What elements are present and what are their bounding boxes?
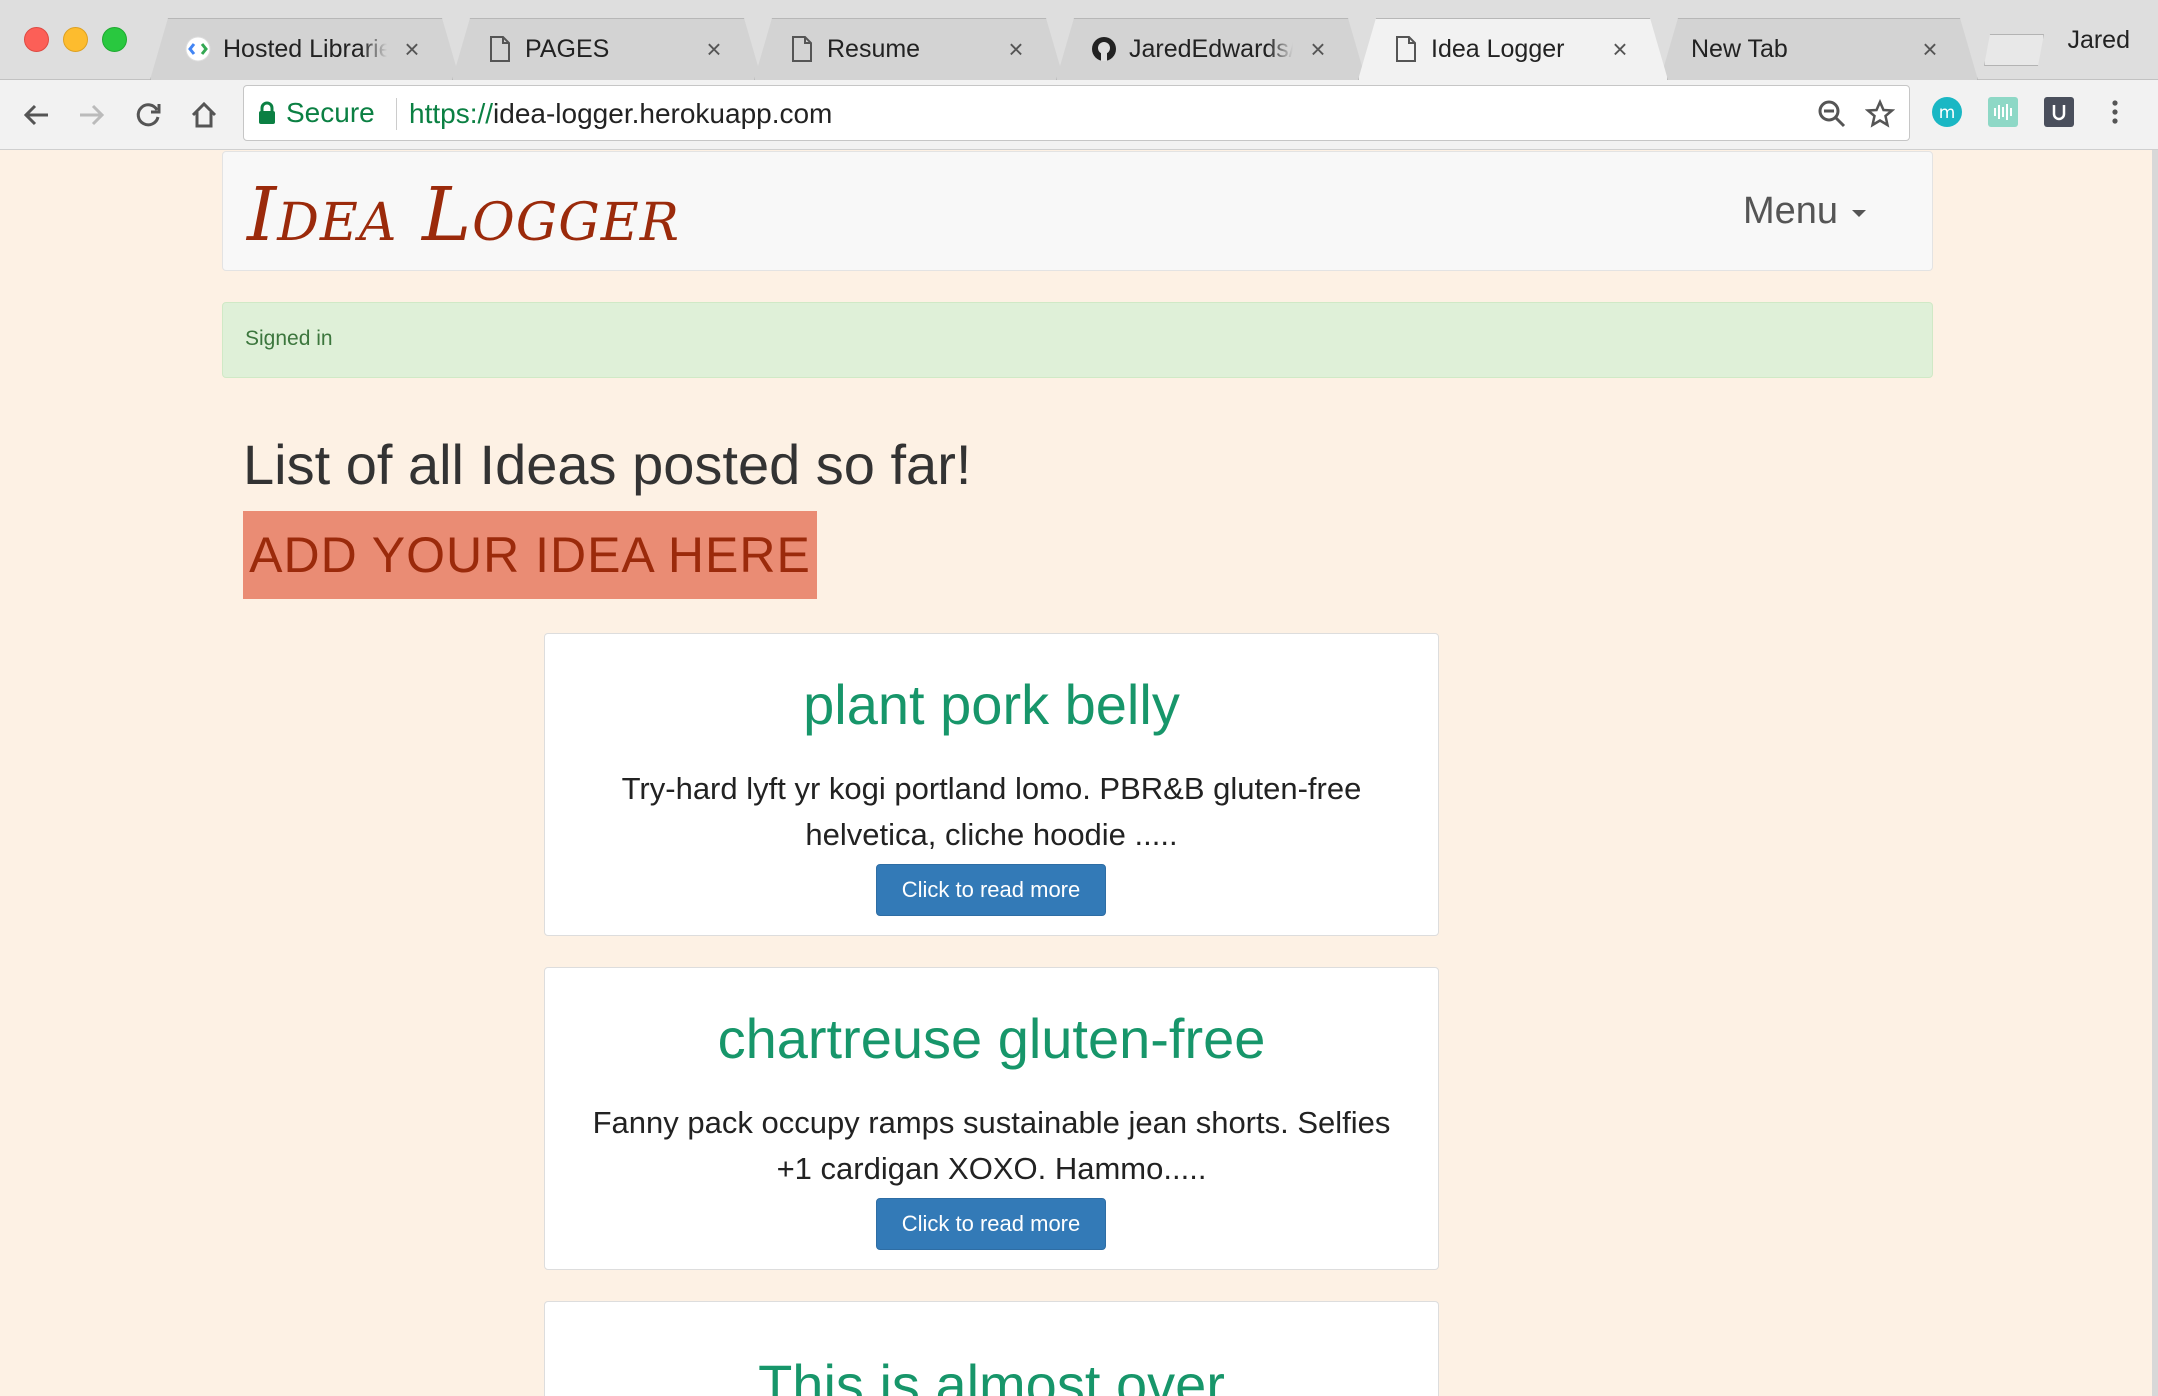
url-host: idea-logger.herokuapp.com	[493, 98, 833, 129]
profile-name[interactable]: Jared	[2067, 26, 2130, 55]
tab-github[interactable]: JaredEdwards/pr ×	[1056, 18, 1366, 80]
tab-close-icon[interactable]: ×	[701, 36, 727, 62]
zoom-window-button[interactable]	[102, 27, 127, 52]
idea-title: plant pork belly	[803, 673, 1180, 736]
read-more-button[interactable]: Click to read more	[876, 864, 1106, 916]
flash-alert: Signed in	[222, 302, 1933, 378]
secure-indicator[interactable]: Secure	[258, 97, 375, 129]
back-arrow-icon	[23, 104, 48, 126]
page-icon	[487, 36, 513, 62]
tab-title: Hosted Libraries	[223, 34, 387, 63]
page-icon	[789, 36, 815, 62]
tab-close-icon[interactable]: ×	[1305, 36, 1331, 62]
idea-card: plant pork belly Try-hard lyft yr kogi p…	[544, 633, 1439, 936]
idea-card: chartreuse gluten-free Fanny pack occupy…	[544, 967, 1439, 1270]
new-tab-button[interactable]	[1984, 34, 2044, 66]
read-more-button[interactable]: Click to read more	[876, 1198, 1106, 1250]
forward-arrow-icon	[80, 104, 105, 126]
idea-card: This is almost over	[544, 1301, 1439, 1396]
audio-extension-icon[interactable]	[1986, 95, 2020, 129]
caret-down-icon	[1852, 210, 1866, 217]
github-icon	[1091, 36, 1117, 62]
close-window-button[interactable]	[24, 27, 49, 52]
tab-title: New Tab	[1691, 34, 1788, 63]
idea-excerpt: Try-hard lyft yr kogi portland lomo. PBR…	[621, 771, 1362, 852]
reload-icon	[136, 103, 161, 127]
menu-dropdown[interactable]: Menu	[1743, 190, 1866, 233]
url-text[interactable]: https://idea-logger.herokuapp.com	[409, 98, 832, 130]
momentum-extension-icon[interactable]: m	[1930, 95, 1964, 129]
tab-title: JaredEdwards/pr	[1129, 34, 1293, 63]
page-scrollbar[interactable]	[2152, 150, 2158, 1396]
forward-button[interactable]	[70, 93, 114, 137]
tab-pages[interactable]: PAGES ×	[452, 18, 762, 80]
tab-title: Idea Logger	[1431, 34, 1565, 63]
tab-hosted-libraries[interactable]: Hosted Libraries ×	[150, 18, 460, 80]
tab-close-icon[interactable]: ×	[1917, 36, 1943, 62]
bookmark-star-icon[interactable]	[1862, 96, 1898, 132]
home-icon	[191, 101, 217, 128]
reload-button[interactable]	[126, 93, 170, 137]
idea-title: chartreuse gluten-free	[717, 1007, 1266, 1070]
google-developers-icon	[185, 36, 211, 62]
back-button[interactable]	[14, 93, 58, 137]
tab-title: Resume	[827, 34, 921, 63]
tab-resume[interactable]: Resume ×	[754, 18, 1064, 80]
browser-toolbar: Secure https://idea-logger.herokuapp.com…	[0, 80, 2158, 150]
add-idea-button[interactable]: ADD YOUR IDEA HERE	[243, 511, 817, 599]
u-extension-icon[interactable]	[2042, 95, 2076, 129]
tab-title: PAGES	[525, 34, 610, 63]
minimize-window-button[interactable]	[63, 27, 88, 52]
page-title: List of all Ideas posted so far!	[243, 433, 972, 496]
lock-icon	[259, 101, 275, 124]
svg-text:m: m	[1939, 103, 1956, 123]
tab-close-icon[interactable]: ×	[399, 36, 425, 62]
zoom-icon[interactable]	[1814, 96, 1850, 132]
url-scheme: https://	[409, 98, 494, 129]
alert-text: Signed in	[245, 327, 333, 350]
browser-tab-strip: Hosted Libraries × PAGES × Resume × Jare…	[0, 0, 2158, 80]
omnibox-divider	[396, 98, 397, 130]
address-bar[interactable]: Secure https://idea-logger.herokuapp.com	[243, 85, 1910, 141]
tab-close-icon[interactable]: ×	[1003, 36, 1029, 62]
site-brand[interactable]: Idea Logger	[247, 172, 680, 258]
page-icon	[1393, 36, 1419, 62]
site-navbar: Idea Logger Menu	[222, 151, 1933, 271]
home-button[interactable]	[182, 93, 226, 137]
tab-new-tab[interactable]: New Tab ×	[1660, 18, 1978, 80]
tab-idea-logger[interactable]: Idea Logger ×	[1358, 18, 1668, 80]
secure-label: Secure	[286, 97, 375, 128]
idea-title: This is almost over	[758, 1353, 1225, 1396]
tab-close-icon[interactable]: ×	[1607, 36, 1633, 62]
more-menu-icon[interactable]	[2098, 95, 2132, 129]
menu-label: Menu	[1742, 190, 1838, 232]
idea-excerpt: Fanny pack occupy ramps sustainable jean…	[592, 1105, 1391, 1186]
